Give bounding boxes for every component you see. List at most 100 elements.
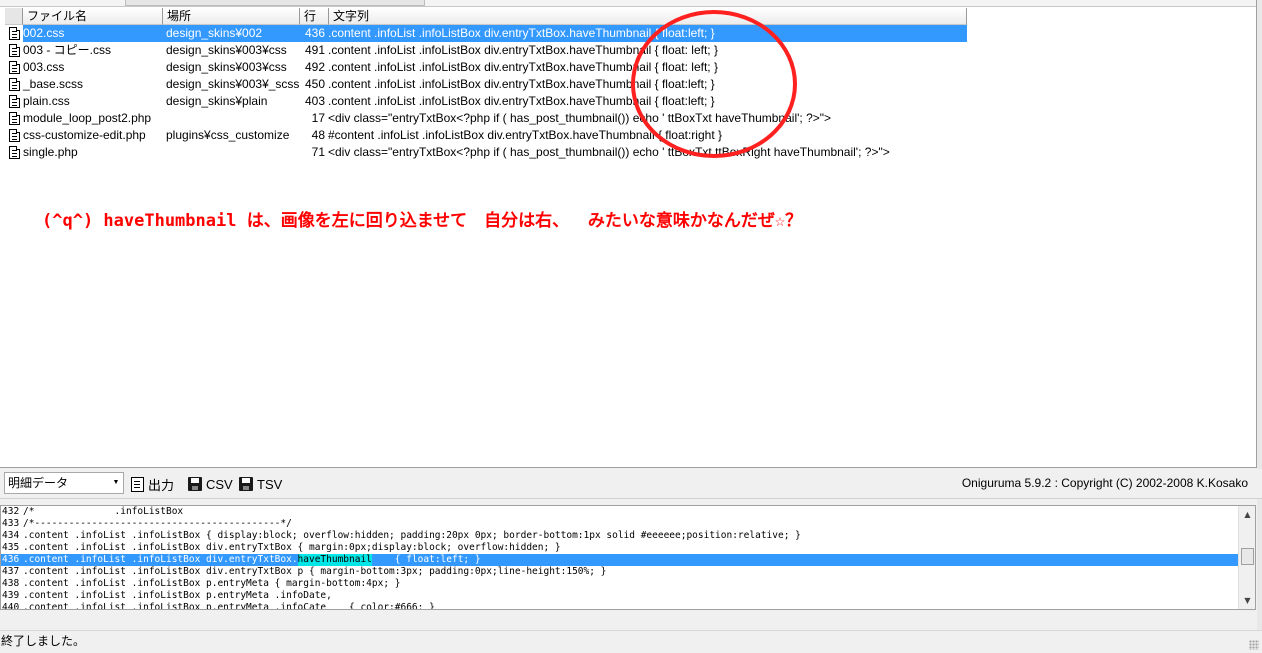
row-path (163, 144, 300, 161)
status-bar: 終了しました。 (0, 630, 1262, 653)
row-path: design_skins¥002 (166, 26, 263, 40)
table-row[interactable]: single.php 71 <div class="entryTxtBox<?p… (5, 144, 967, 161)
row-line: 48 (311, 128, 325, 142)
row-line: 491 (304, 43, 325, 57)
source-line-text: .content .infoList .infoListBox p.entryM… (23, 602, 435, 610)
source-line: 438 .content .infoList .infoListBox p.en… (1, 578, 1238, 590)
source-line: 433 /*----------------------------------… (1, 518, 1238, 530)
tsv-label: TSV (257, 476, 283, 492)
source-scrollbar[interactable]: ▲ ▼ (1238, 506, 1255, 609)
header-text[interactable]: 文字列 (329, 8, 967, 25)
table-row[interactable]: 003 - コピー.css design_skins¥003¥css 491 .… (5, 42, 967, 59)
source-line-text: .content .infoList .infoListBox div.entr… (23, 542, 561, 553)
source-line-number: 438 (2, 578, 20, 589)
file-icon (5, 42, 23, 59)
status-text: 終了しました。 (1, 634, 86, 648)
row-line: 71 (311, 145, 325, 159)
source-line-text: .content .infoList .infoListBox div.entr… (23, 566, 607, 577)
row-file: single.php (23, 145, 78, 159)
row-line: 450 (304, 77, 325, 91)
view-select[interactable]: 明細データ ▼ (4, 472, 124, 494)
file-icon (5, 127, 23, 144)
source-line-number: 433 (2, 518, 20, 529)
view-select-value: 明細データ (8, 476, 69, 490)
results-table-header: ファイル名 場所 行 文字列 (5, 8, 967, 25)
row-path: design_skins¥plain (166, 94, 268, 108)
row-file: plain.css (23, 94, 70, 108)
source-line-number: 440 (2, 602, 20, 610)
row-file: 002.css (23, 26, 65, 40)
match-highlight: haveThumbnail (297, 554, 372, 566)
source-line-number: 437 (2, 566, 20, 577)
output-button[interactable]: 出力 (131, 473, 174, 495)
source-line-text: /*--------------------------------------… (23, 518, 292, 529)
row-file: _base.scss (23, 77, 84, 91)
save-icon (239, 477, 253, 491)
splitter-handle[interactable] (125, 0, 425, 6)
row-line: 403 (304, 94, 325, 108)
source-line-number: 436 (2, 554, 20, 565)
file-icon (5, 59, 23, 76)
source-line-text: .content .infoList .infoListBox { displa… (23, 530, 801, 541)
header-line[interactable]: 行 (300, 8, 329, 25)
csv-label: CSV (206, 476, 233, 492)
results-top-bar (0, 0, 1256, 7)
file-icon (5, 110, 23, 127)
header-corner[interactable] (5, 8, 23, 25)
source-line: 437 .content .infoList .infoListBox div.… (1, 566, 1238, 578)
chevron-down-icon[interactable]: ▼ (111, 476, 121, 490)
source-line: 439 .content .infoList .infoListBox p.en… (1, 590, 1238, 602)
row-file: 003 - コピー.css (23, 43, 112, 57)
table-row[interactable]: 003.css design_skins¥003¥css 492 .conten… (5, 59, 967, 76)
source-line-text: { float:left; } (371, 554, 481, 565)
file-icon (5, 144, 23, 161)
scroll-thumb[interactable] (1241, 548, 1254, 565)
save-icon (188, 477, 202, 491)
row-path: design_skins¥003¥_scss (166, 77, 300, 91)
table-row[interactable]: module_loop_post2.php 17 <div class="ent… (5, 110, 967, 127)
toolbar: 明細データ ▼ 出力 CSV TSV Oniguruma 5.9.2 : Cop… (0, 469, 1262, 499)
source-line-number: 439 (2, 590, 20, 601)
output-label: 出力 (148, 477, 175, 493)
scroll-down-icon[interactable]: ▼ (1239, 592, 1255, 609)
file-icon (5, 25, 23, 42)
source-line-number: 432 (2, 506, 20, 517)
source-line: 435 .content .infoList .infoListBox div.… (1, 542, 1238, 554)
source-line: 440 .content .infoList .infoListBox p.en… (1, 602, 1238, 610)
row-line: 492 (304, 60, 325, 74)
row-text: <div class="entryTxtBox<?php if ( has_po… (328, 145, 890, 159)
scroll-up-icon[interactable]: ▲ (1239, 506, 1255, 523)
row-text: #content .infoList .infoListBox div.entr… (328, 128, 722, 142)
table-row[interactable]: 002.css design_skins¥002 436 .content .i… (5, 25, 967, 42)
source-preview[interactable]: 432 /* .infoListBox 433 /*--------------… (0, 505, 1256, 610)
row-file: css-customize-edit.php (23, 128, 146, 142)
source-line: 434 .content .infoList .infoListBox { di… (1, 530, 1238, 542)
copyright-text: Oniguruma 5.9.2 : Copyright (C) 2002-200… (961, 476, 1248, 490)
file-icon (5, 93, 23, 110)
source-line-text: .content .infoList .infoListBox p.entryM… (23, 578, 401, 589)
row-path: design_skins¥003¥css (166, 60, 287, 74)
source-line-number: 434 (2, 530, 20, 541)
source-line-number: 435 (2, 542, 20, 553)
window-right-edge (1257, 0, 1262, 630)
row-line: 17 (311, 111, 325, 125)
table-row[interactable]: plain.css design_skins¥plain 403 .conten… (5, 93, 967, 110)
row-path: design_skins¥003¥css (166, 43, 287, 57)
table-row[interactable]: css-customize-edit.php plugins¥css_custo… (5, 127, 967, 144)
row-line: 436 (304, 26, 325, 40)
row-path (163, 110, 300, 127)
row-file: 003.css (23, 60, 65, 74)
table-row[interactable]: _base.scss design_skins¥003¥_scss 450 .c… (5, 76, 967, 93)
header-path[interactable]: 場所 (163, 8, 300, 25)
source-line-text: .content .infoList .infoListBox div.entr… (23, 554, 298, 565)
tsv-button[interactable]: TSV (239, 473, 282, 495)
resize-grip-icon[interactable] (1249, 640, 1259, 650)
csv-button[interactable]: CSV (188, 473, 233, 495)
source-line-text: /* .infoListBox (23, 506, 184, 517)
header-file[interactable]: ファイル名 (23, 8, 163, 25)
row-path: plugins¥css_customize (166, 128, 290, 142)
page-icon (131, 476, 144, 492)
annotation-text: (^q^) haveThumbnail は、画像を左に回り込ませて 自分は右、 … (42, 211, 803, 231)
search-results-panel[interactable]: ファイル名 場所 行 文字列 002.css design_skins¥002 … (0, 0, 1257, 468)
row-file: module_loop_post2.php (23, 111, 152, 125)
